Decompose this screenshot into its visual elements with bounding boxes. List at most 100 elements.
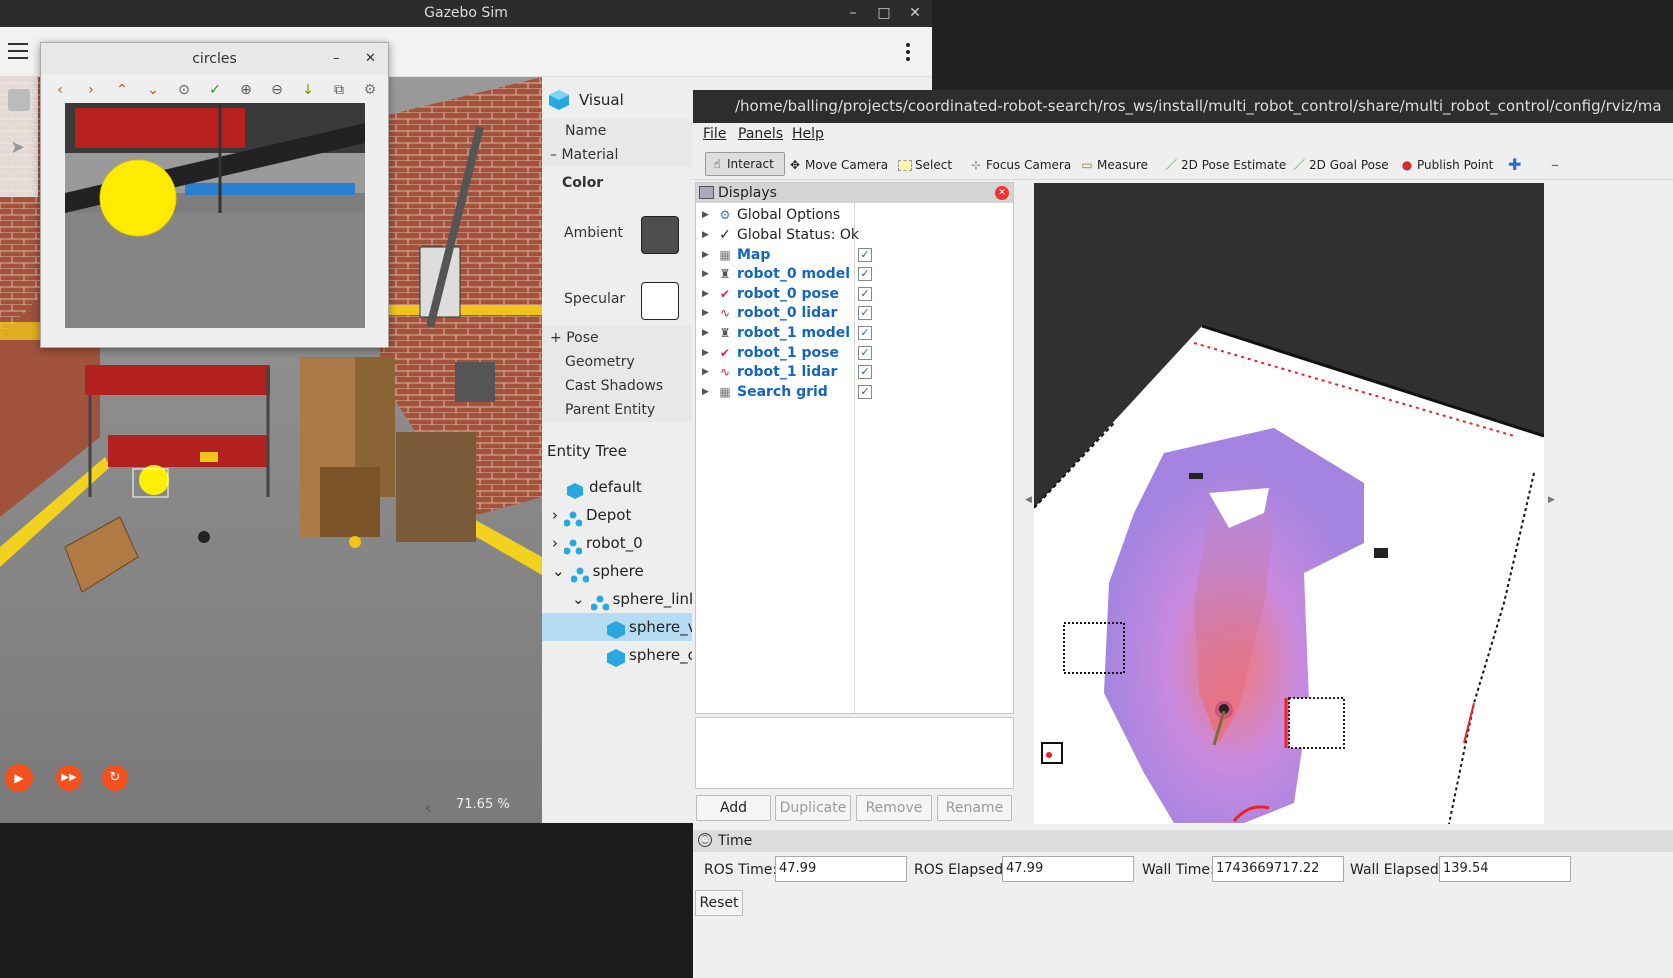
display-global-status[interactable]: ▶ ✓ Global Status: Ok — [696, 225, 1013, 245]
expand-arrow-icon[interactable]: ▶ — [702, 323, 709, 343]
expand-arrow-icon[interactable]: ▶ — [702, 382, 709, 402]
pose-estimate-tool[interactable]: ／ 2D Pose Estimate — [1164, 154, 1286, 176]
display-search-grid[interactable]: ▶ ▦ Search grid ✓ — [696, 382, 1013, 402]
entity-depot[interactable]: › Depot — [542, 501, 692, 529]
chevron-right-icon[interactable]: › — [552, 506, 558, 524]
entity-robot-0[interactable]: › robot_0 — [542, 529, 692, 557]
rename-button[interactable]: Rename — [937, 795, 1012, 821]
focus-camera-tool[interactable]: ⊹ Focus Camera — [969, 154, 1071, 176]
display-global-options[interactable]: ▶ ⚙ Global Options — [696, 205, 1013, 225]
display-checkbox[interactable]: ✓ — [858, 365, 872, 379]
save-icon[interactable]: ↓ — [299, 81, 317, 99]
material-row[interactable]: – Material — [542, 143, 692, 167]
expand-arrow-icon[interactable]: ▶ — [702, 225, 709, 245]
expand-arrow-icon[interactable]: ▶ — [702, 362, 709, 382]
gazebo-titlebar[interactable]: Gazebo Sim – □ ✕ — [0, 0, 932, 27]
expand-arrow-icon[interactable]: ▶ — [702, 303, 709, 323]
menu-help[interactable]: Help — [792, 126, 824, 142]
add-button[interactable]: Add — [696, 795, 771, 821]
measure-tool[interactable]: ▭ Measure — [1080, 154, 1148, 176]
reset-icon[interactable]: ↻ — [102, 765, 128, 791]
wall-time-field[interactable]: 1743669717.22 — [1212, 856, 1344, 882]
arrow-right-icon[interactable]: › — [82, 81, 100, 99]
goal-pose-tool[interactable]: ／ 2D Goal Pose — [1292, 154, 1389, 176]
arrow-up-icon[interactable]: ⌃ — [113, 81, 131, 99]
circles-titlebar[interactable]: circles – ✕ — [41, 43, 388, 75]
display-checkbox[interactable]: ✓ — [858, 267, 872, 281]
copy-icon[interactable]: ⧉ — [330, 81, 348, 99]
material-toggle[interactable]: – — [550, 147, 557, 163]
display-map[interactable]: ▶ ▦ Map ✓ — [696, 245, 1013, 265]
ros-time-field[interactable]: 47.99 — [775, 856, 907, 882]
chevron-down-icon[interactable]: ⌄ — [572, 590, 585, 608]
publish-point-tool[interactable]: ● Publish Point — [1400, 154, 1494, 176]
duplicate-button[interactable]: Duplicate — [775, 795, 851, 821]
display-robot0-model[interactable]: ▶ ♜ robot_0 model ✓ — [696, 264, 1013, 284]
pose-toggle[interactable]: + — [550, 330, 562, 346]
wall-elapsed-field[interactable]: 139.54 — [1439, 856, 1571, 882]
display-checkbox[interactable]: ✓ — [858, 346, 872, 360]
arrow-down-icon[interactable]: ⌄ — [144, 81, 162, 99]
display-robot1-model[interactable]: ▶ ♜ robot_1 model ✓ — [696, 323, 1013, 343]
zoom-out-icon[interactable]: ⊖ — [268, 81, 286, 99]
cursor-icon[interactable]: ➤ — [10, 137, 25, 158]
expand-arrow-icon[interactable]: ▶ — [702, 264, 709, 284]
rviz-titlebar[interactable]: /home/balling/projects/coordinated-robot… — [693, 90, 1673, 123]
collapse-arrow[interactable]: ‹ — [425, 798, 431, 817]
remove-tool-button[interactable]: – — [1551, 154, 1559, 176]
box-icon[interactable] — [8, 89, 30, 111]
cast-shadows-label[interactable]: Cast Shadows — [542, 374, 692, 398]
entity-default[interactable]: default — [542, 473, 692, 501]
chevron-right-icon[interactable]: › — [552, 534, 558, 552]
entity-sphere-visual[interactable]: sphere_v — [542, 613, 692, 641]
entity-sphere-link[interactable]: ⌄ sphere_link — [542, 585, 692, 613]
splitter-left-arrow[interactable]: ◀ — [1025, 495, 1032, 505]
zoom-in-icon[interactable]: ⊕ — [237, 81, 255, 99]
display-robot0-lidar[interactable]: ▶ ∿ robot_0 lidar ✓ — [696, 303, 1013, 323]
play-icon[interactable]: ▶ — [5, 764, 33, 792]
maximize-button[interactable]: □ — [873, 3, 895, 25]
expand-arrow-icon[interactable]: ▶ — [702, 245, 709, 265]
display-robot1-lidar[interactable]: ▶ ∿ robot_1 lidar ✓ — [696, 362, 1013, 382]
gear-icon[interactable]: ⚙ — [361, 81, 379, 99]
arrow-left-icon[interactable]: ‹ — [51, 81, 69, 99]
interact-tool[interactable]: ☝ Interact — [705, 152, 785, 176]
minimize-button[interactable]: – — [333, 43, 340, 75]
expand-arrow-icon[interactable]: ▶ — [702, 343, 709, 363]
ros-elapsed-field[interactable]: 47.99 — [1002, 856, 1134, 882]
pose-row[interactable]: + Pose — [542, 326, 692, 350]
close-button[interactable]: ✕ — [904, 3, 926, 25]
expand-arrow-icon[interactable]: ▶ — [702, 205, 709, 225]
parent-entity-label[interactable]: Parent Entity — [542, 398, 692, 422]
rviz-3d-view[interactable] — [1034, 183, 1544, 824]
chevron-down-icon[interactable]: ⌄ — [552, 562, 565, 580]
remove-button[interactable]: Remove — [856, 795, 932, 821]
zoom-fit-icon[interactable]: ⊙ — [175, 81, 193, 99]
menu-panels[interactable]: Panels — [738, 126, 783, 142]
splitter-right-arrow[interactable]: ▶ — [1548, 495, 1555, 505]
move-camera-tool[interactable]: ✥ Move Camera — [788, 154, 888, 176]
display-checkbox[interactable]: ✓ — [858, 326, 872, 340]
entity-sphere-collision[interactable]: sphere_c — [542, 641, 692, 669]
reset-button[interactable]: Reset — [695, 890, 743, 916]
display-robot0-pose[interactable]: ▶ ✔ robot_0 pose ✓ — [696, 284, 1013, 304]
menu-file[interactable]: File — [703, 126, 726, 142]
close-button[interactable]: ✕ — [365, 43, 376, 75]
minimize-button[interactable]: – — [842, 3, 864, 25]
display-checkbox[interactable]: ✓ — [858, 306, 872, 320]
close-panel-icon[interactable]: ✕ — [995, 186, 1009, 200]
add-tool-button[interactable]: ✚ — [1508, 154, 1521, 176]
specular-color-swatch[interactable] — [641, 282, 679, 320]
kebab-icon[interactable] — [906, 43, 912, 63]
display-checkbox[interactable]: ✓ — [858, 248, 872, 262]
display-checkbox[interactable]: ✓ — [858, 385, 872, 399]
zoom-check-icon[interactable]: ✓ — [206, 81, 224, 99]
step-icon[interactable]: ▶▶ — [56, 765, 82, 791]
select-tool[interactable]: Select — [898, 154, 952, 176]
ambient-color-swatch[interactable] — [641, 216, 679, 254]
geometry-label[interactable]: Geometry — [542, 350, 692, 374]
entity-sphere[interactable]: ⌄ sphere — [542, 557, 692, 585]
display-robot1-pose[interactable]: ▶ ✔ robot_1 pose ✓ — [696, 343, 1013, 363]
hamburger-icon[interactable] — [8, 43, 28, 59]
expand-arrow-icon[interactable]: ▶ — [702, 284, 709, 304]
